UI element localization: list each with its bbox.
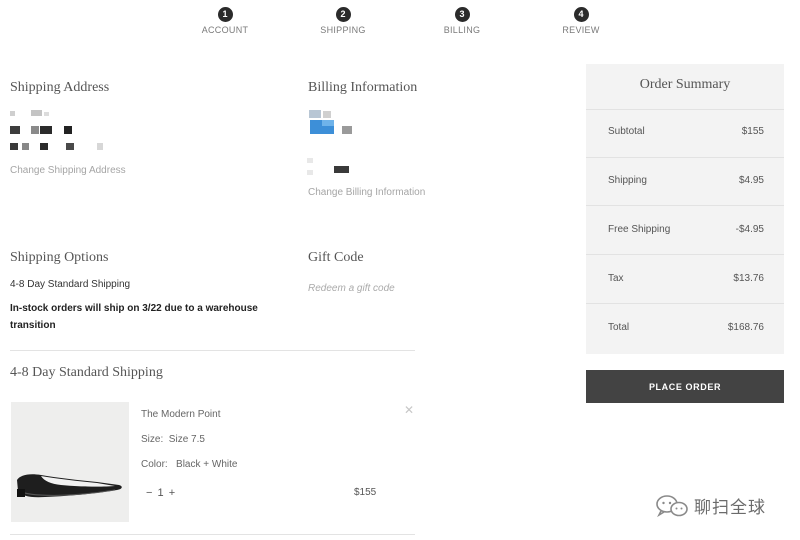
step-label: ACCOUNT — [201, 25, 249, 35]
shipment-heading: 4-8 Day Standard Shipping — [10, 365, 163, 380]
summary-row-tax: Tax $13.76 — [586, 254, 784, 302]
wechat-icon — [656, 494, 688, 517]
product-size: Size: Size 7.5 — [141, 434, 205, 445]
gift-code-heading: Gift Code — [308, 250, 364, 265]
selected-shipping-option[interactable]: 4-8 Day Standard Shipping — [10, 279, 130, 290]
summary-label: Free Shipping — [608, 224, 671, 235]
checkout-review-page: 1 ACCOUNT 2 SHIPPING 3 BILLING 4 REVIEW … — [0, 0, 800, 540]
step-label: SHIPPING — [320, 25, 366, 35]
summary-value: $155 — [741, 126, 764, 137]
step-number: 3 — [454, 7, 470, 22]
summary-value: $13.76 — [733, 273, 764, 284]
product-image[interactable] — [11, 402, 129, 522]
summary-row-free-shipping: Free Shipping -$4.95 — [586, 205, 784, 253]
order-summary-title: Order Summary — [639, 77, 731, 92]
summary-row-subtotal: Subtotal $155 — [586, 109, 784, 157]
line-item-price: $155 — [354, 487, 377, 498]
gift-code-input[interactable]: Redeem a gift code — [308, 283, 395, 294]
step-billing[interactable]: 3 BILLING — [417, 7, 507, 35]
size-label: Size: — [141, 434, 164, 445]
section-divider — [10, 534, 415, 535]
close-icon[interactable]: ✕ — [404, 403, 414, 417]
step-number: 1 — [217, 7, 233, 22]
change-billing-information-link[interactable]: Change Billing Information — [308, 187, 425, 198]
place-order-button[interactable]: PLACE ORDER — [586, 370, 784, 403]
step-number: 2 — [335, 7, 351, 22]
shipping-notice: In-stock orders will ship on 3/22 due to… — [10, 303, 258, 331]
summary-value: $168.76 — [727, 322, 764, 333]
color-value: Black + White — [176, 459, 238, 470]
change-shipping-address-link[interactable]: Change Shipping Address — [10, 165, 126, 176]
summary-label: Tax — [608, 273, 624, 284]
quantity-decrease-button[interactable]: − — [145, 487, 153, 499]
step-number: 4 — [573, 7, 589, 22]
summary-value: $4.95 — [738, 175, 764, 186]
size-value: Size 7.5 — [168, 434, 205, 445]
summary-row-total: Total $168.76 — [586, 303, 784, 351]
summary-label: Total — [608, 322, 630, 333]
quantity-increase-button[interactable]: + — [168, 487, 176, 499]
summary-row-shipping: Shipping $4.95 — [586, 157, 784, 205]
summary-label: Shipping — [608, 175, 647, 186]
summary-label: Subtotal — [608, 126, 645, 137]
color-label: Color: — [141, 459, 168, 470]
quantity-value: 1 — [157, 487, 164, 499]
watermark: 聊扫全球 — [655, 493, 766, 518]
section-divider — [10, 350, 415, 351]
quantity-stepper: − 1 + — [145, 487, 176, 499]
shipping-address-heading: Shipping Address — [10, 80, 110, 95]
shipping-options-heading: Shipping Options — [10, 250, 109, 265]
step-label: BILLING — [443, 25, 481, 35]
billing-information-heading: Billing Information — [308, 80, 418, 95]
order-summary-panel: Order Summary Subtotal $155 Shipping $4.… — [586, 64, 784, 354]
watermark-text: 聊扫全球 — [694, 498, 766, 517]
step-shipping[interactable]: 2 SHIPPING — [298, 7, 388, 35]
step-label: REVIEW — [562, 25, 600, 35]
step-account[interactable]: 1 ACCOUNT — [180, 7, 270, 35]
summary-value: -$4.95 — [735, 224, 764, 235]
shoe-image — [17, 474, 122, 498]
product-color: Color: Black + White — [141, 459, 237, 470]
product-name[interactable]: The Modern Point — [141, 409, 221, 420]
step-review[interactable]: 4 REVIEW — [536, 7, 626, 35]
